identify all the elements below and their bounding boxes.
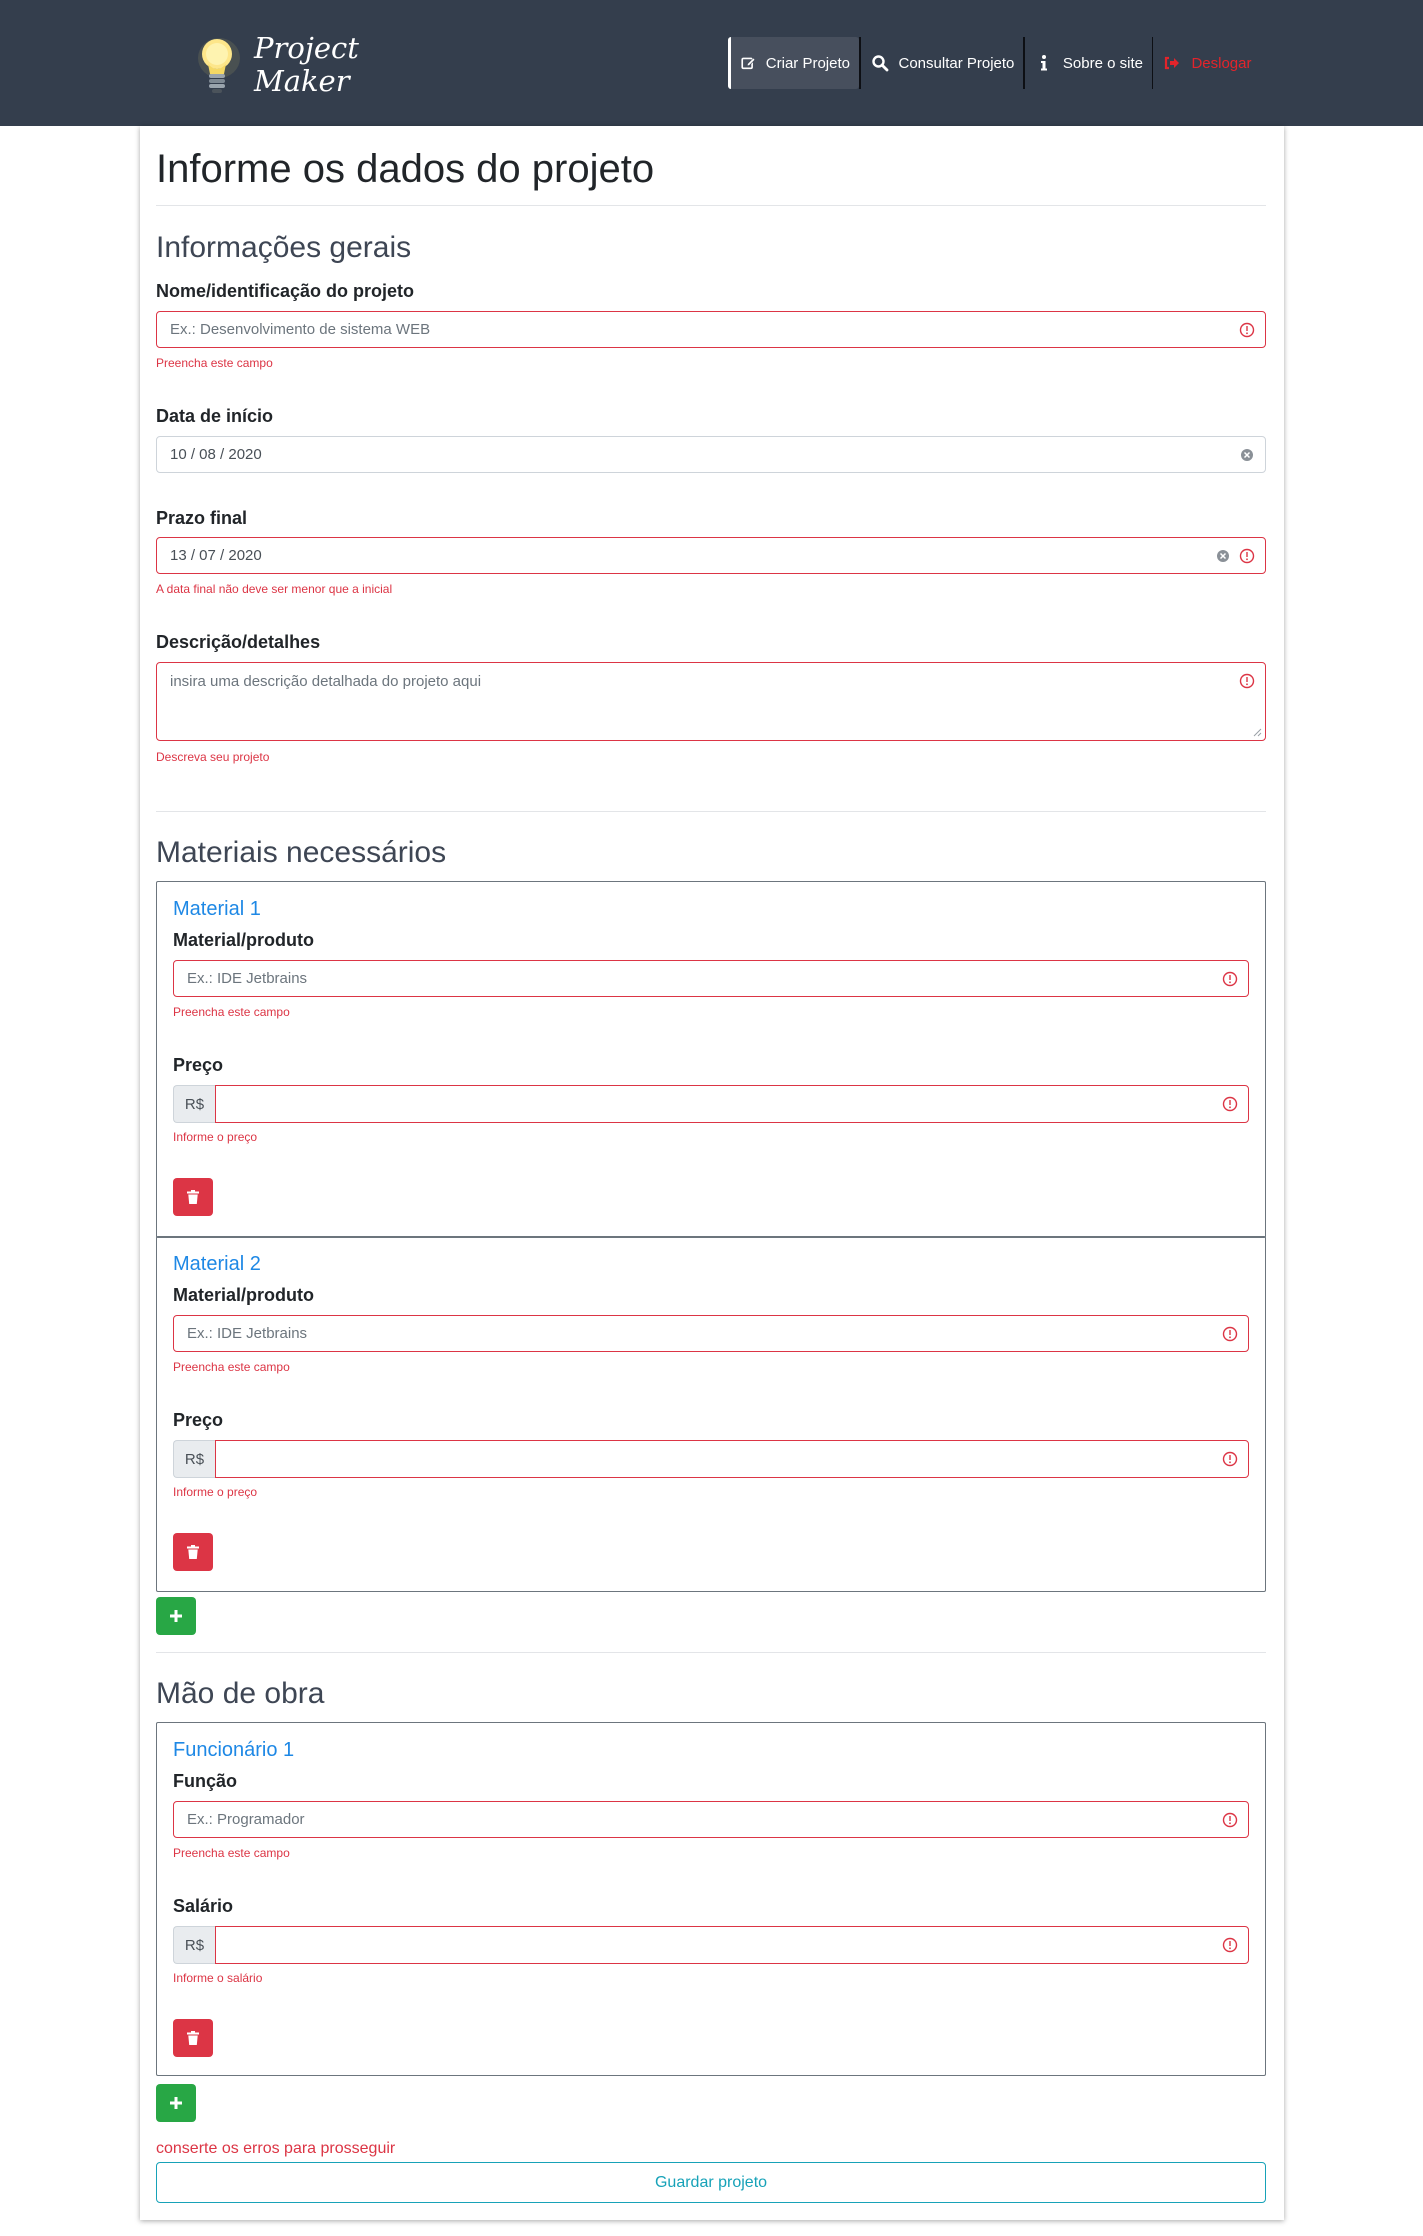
project-form-card: Informe os dados do projeto Informações …	[140, 126, 1284, 2220]
divider	[156, 1652, 1266, 1653]
employee-title: Funcionário 1	[173, 1739, 295, 1761]
brand-line2: Maker	[254, 64, 350, 98]
material-price-error: Informe o preço	[173, 1485, 258, 1499]
material-price-group: R$	[173, 1085, 1249, 1123]
deadline-label: Prazo final	[156, 508, 248, 528]
material-card: Material 2 Material/produto Ex.: IDE Jet…	[156, 1236, 1266, 1592]
employee-salary-input[interactable]	[215, 1926, 1249, 1964]
material-product-label: Material/produto	[173, 930, 315, 950]
brand-logo[interactable]: Project Maker	[196, 30, 359, 100]
warning-icon	[1222, 1451, 1238, 1467]
material-title: Material 2	[173, 1253, 261, 1275]
deadline-error: A data final não deve ser menor que a in…	[156, 582, 393, 596]
project-name-label: Nome/identificação do projeto	[156, 281, 415, 301]
trash-icon	[187, 1190, 199, 1204]
project-name-input[interactable]: Ex.: Desenvolvimento de sistema WEB	[156, 311, 1266, 348]
trash-icon	[187, 2031, 199, 2045]
material-product-label: Material/produto	[173, 1285, 315, 1305]
delete-material-button[interactable]	[173, 1178, 213, 1216]
description-textarea[interactable]: insira uma descrição detalhada do projet…	[156, 662, 1266, 741]
employee-role-input[interactable]: Ex.: Programador	[173, 1801, 1249, 1838]
material-price-error: Informe o preço	[173, 1130, 258, 1144]
material-product-error: Preencha este campo	[173, 1005, 290, 1019]
edit-icon	[741, 57, 756, 70]
clear-icon[interactable]	[1216, 549, 1230, 563]
save-project-button[interactable]: Guardar projeto	[156, 2162, 1266, 2203]
divider	[156, 811, 1266, 812]
nav-criar-projeto[interactable]: Criar Projeto	[728, 37, 859, 89]
plus-icon	[170, 1610, 182, 1622]
search-icon	[871, 55, 888, 72]
form-error-message: conserte os erros para prosseguir	[156, 2140, 396, 2157]
warning-icon	[1239, 322, 1255, 337]
warning-icon	[1222, 1812, 1238, 1827]
brand-line1: Project	[254, 31, 359, 65]
section-title-labor: Mão de obra	[156, 1677, 325, 1710]
employee-card: Funcionário 1 Função Ex.: Programador Pr…	[156, 1722, 1266, 2076]
description-label: Descrição/detalhes	[156, 632, 321, 652]
start-date-label: Data de início	[156, 406, 274, 426]
info-icon	[1040, 55, 1047, 71]
warning-icon	[1222, 1937, 1238, 1953]
description-error: Descreva seu projeto	[156, 750, 270, 764]
project-name-placeholder: Ex.: Desenvolvimento de sistema WEB	[170, 321, 431, 338]
navbar: Project Maker Criar Projeto Consultar Pr…	[0, 0, 1423, 126]
employee-salary-error: Informe o salário	[173, 1971, 263, 1985]
employee-salary-group: R$	[173, 1926, 1249, 1964]
material-price-input[interactable]	[215, 1085, 1249, 1123]
warning-icon	[1222, 1326, 1238, 1341]
start-date-input[interactable]: 10 / 08 / 2020	[156, 436, 1266, 473]
currency-addon: R$	[173, 1926, 215, 1964]
material-product-error: Preencha este campo	[173, 1360, 290, 1374]
resize-handle-icon[interactable]	[1253, 728, 1262, 737]
employee-role-label: Função	[173, 1771, 238, 1791]
deadline-value: 13 / 07 / 2020	[170, 547, 262, 564]
material-product-placeholder: Ex.: IDE Jetbrains	[187, 970, 308, 987]
main-nav: Criar Projeto Consultar Projeto Sobre o …	[728, 37, 1260, 89]
add-employee-button[interactable]	[156, 2084, 196, 2122]
section-title-general: Informações gerais	[156, 231, 412, 264]
lightbulb-icon	[198, 38, 240, 93]
material-title: Material 1	[173, 898, 261, 920]
nav-deslogar[interactable]: Deslogar	[1153, 37, 1260, 89]
section-title-materials: Materiais necessários	[156, 836, 447, 869]
logout-icon	[1165, 56, 1180, 70]
nav-label: Criar Projeto	[765, 54, 850, 72]
employee-role-placeholder: Ex.: Programador	[187, 1811, 305, 1828]
deadline-input[interactable]: 13 / 07 / 2020	[156, 537, 1266, 574]
warning-icon	[1239, 673, 1255, 689]
employee-salary-label: Salário	[173, 1896, 234, 1916]
start-date-value: 10 / 08 / 2020	[170, 446, 262, 463]
material-price-input[interactable]	[215, 1440, 1249, 1478]
warning-icon	[1222, 1096, 1238, 1112]
delete-employee-button[interactable]	[173, 2019, 213, 2057]
employee-role-error: Preencha este campo	[173, 1846, 290, 1860]
currency-addon: R$	[173, 1085, 215, 1123]
material-product-placeholder: Ex.: IDE Jetbrains	[187, 1325, 308, 1342]
nav-label: Deslogar	[1191, 54, 1252, 72]
delete-material-button[interactable]	[173, 1533, 213, 1571]
nav-sobre-o-site[interactable]: Sobre o site	[1025, 37, 1152, 89]
nav-consultar-projeto[interactable]: Consultar Projeto	[861, 37, 1024, 89]
material-price-group: R$	[173, 1440, 1249, 1478]
trash-icon	[187, 1545, 199, 1559]
nav-label: Consultar Projeto	[898, 54, 1015, 72]
material-card: Material 1 Material/produto Ex.: IDE Jet…	[156, 881, 1266, 1238]
clear-icon[interactable]	[1240, 448, 1254, 462]
material-product-input[interactable]: Ex.: IDE Jetbrains	[173, 1315, 1249, 1352]
page-title: Informe os dados do projeto	[156, 147, 655, 191]
material-product-input[interactable]: Ex.: IDE Jetbrains	[173, 960, 1249, 997]
add-material-button[interactable]	[156, 1597, 196, 1635]
divider	[156, 205, 1266, 206]
material-price-label: Preço	[173, 1055, 224, 1075]
warning-icon	[1239, 548, 1255, 563]
description-placeholder: insira uma descrição detalhada do projet…	[170, 673, 482, 690]
brand-name: Project Maker	[254, 32, 359, 98]
plus-icon	[170, 2097, 182, 2109]
project-name-error: Preencha este campo	[156, 356, 273, 370]
material-price-label: Preço	[173, 1410, 224, 1430]
warning-icon	[1222, 971, 1238, 986]
nav-label: Sobre o site	[1062, 54, 1143, 72]
currency-addon: R$	[173, 1440, 215, 1478]
